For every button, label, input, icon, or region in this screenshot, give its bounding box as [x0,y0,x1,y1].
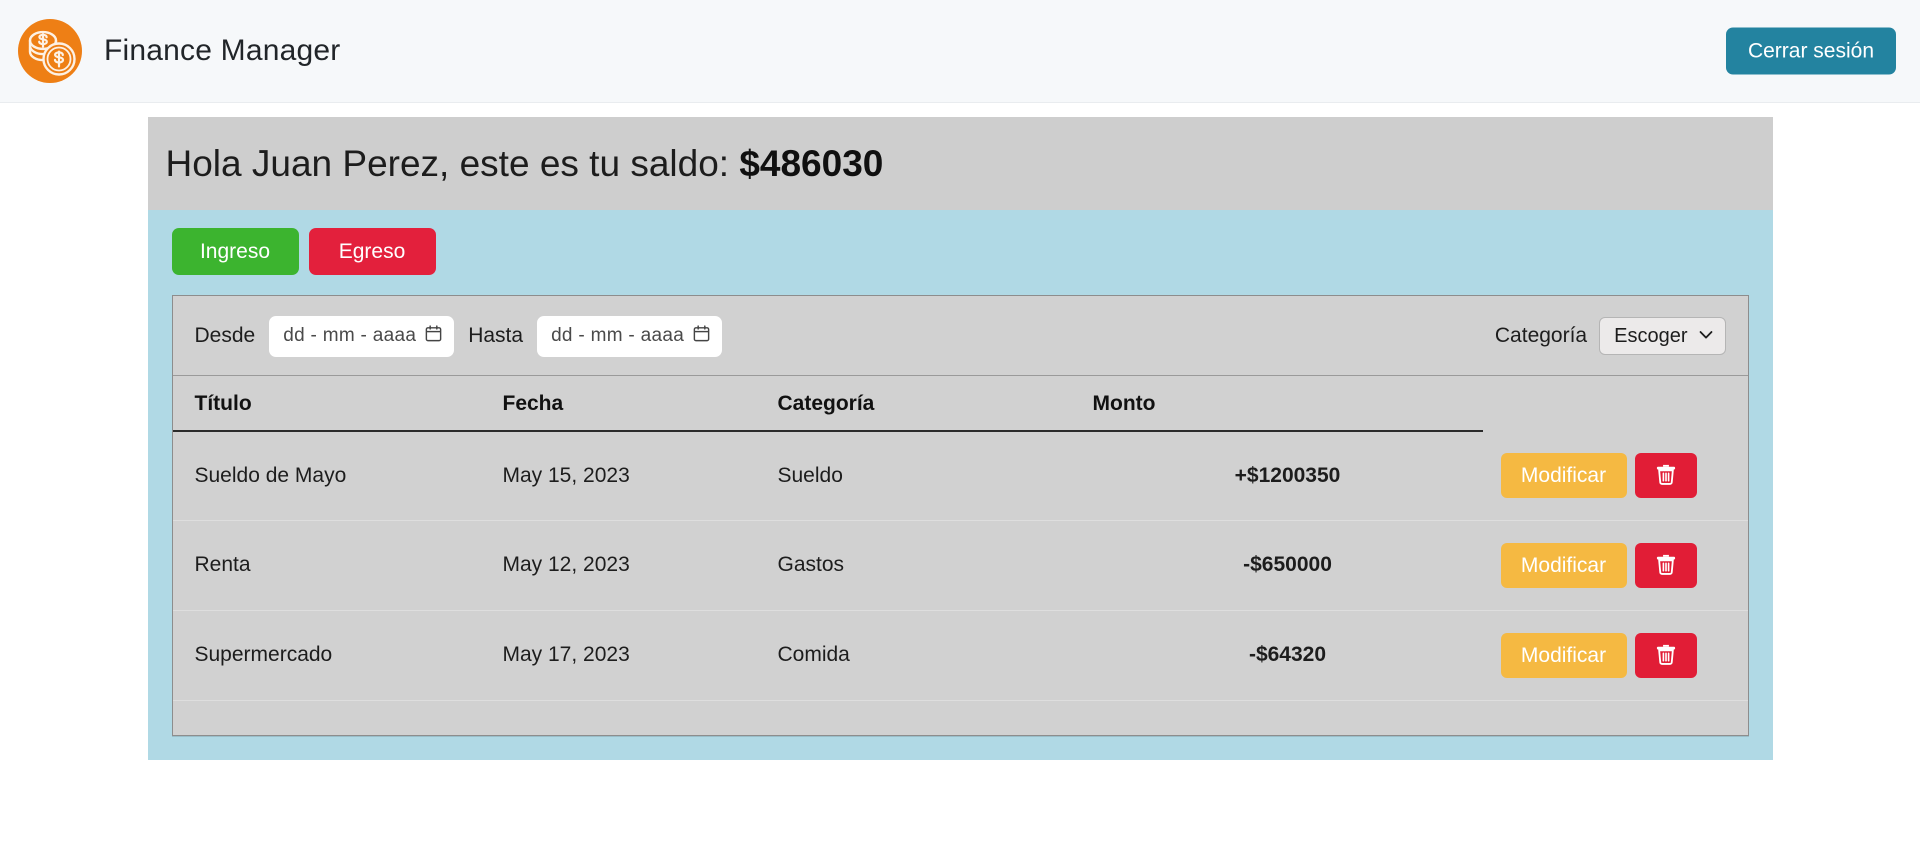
action-buttons-row: Ingreso Egreso [171,227,1749,275]
cell-actions: Modificar [1482,610,1748,701]
date-to-input[interactable]: dd - mm - aaaa [537,315,723,357]
cell-title: Renta [172,520,503,611]
table-body: Sueldo de Mayo May 15, 2023 Sueldo +$120… [172,430,1748,701]
cell-date: May 12, 2023 [502,520,778,611]
cell-amount: +$1200350 [1092,430,1483,521]
trash-icon [1653,641,1679,670]
edit-transaction-button[interactable]: Modificar [1500,542,1627,588]
column-header-title: Título [172,375,503,432]
brand: Finance Manager [14,15,340,87]
cell-category: Gastos [777,520,1093,611]
column-header-actions [1483,376,1748,431]
cell-actions: Modificar [1482,520,1748,611]
cell-actions: Modificar [1482,430,1748,521]
table-row: Supermercado May 17, 2023 Comida -$64320… [172,610,1748,701]
table-row: Sueldo de Mayo May 15, 2023 Sueldo +$120… [172,430,1748,521]
table-header-row: Título Fecha Categoría Monto [172,375,1748,432]
logout-button[interactable]: Cerrar sesión [1725,27,1896,75]
table-head: Título Fecha Categoría Monto [172,375,1748,432]
row-action-buttons: Modificar [1483,632,1748,678]
cell-category: Comida [777,610,1093,701]
trash-icon [1653,461,1679,490]
main-container: Hola Juan Perez, este es tu saldo: $4860… [147,117,1773,760]
cell-amount: -$650000 [1092,520,1483,611]
add-expense-button[interactable]: Egreso [308,227,436,275]
add-income-button[interactable]: Ingreso [171,227,299,275]
cell-date: May 15, 2023 [502,430,778,521]
date-to-value: dd - mm - aaaa [551,325,685,347]
page-body: Hola Juan Perez, este es tu saldo: $4860… [0,103,1920,760]
from-label: Desde [194,324,256,348]
edit-transaction-button[interactable]: Modificar [1500,632,1627,678]
calendar-icon[interactable] [692,324,711,348]
edit-transaction-button[interactable]: Modificar [1500,452,1627,498]
date-filters: Desde dd - mm - aaaa Hasta dd - mm - aaa… [194,315,723,357]
to-label: Hasta [468,324,524,348]
trash-icon [1653,551,1679,580]
date-from-value: dd - mm - aaaa [283,325,417,347]
category-filter: Categoría Escoger [1494,317,1726,356]
transactions-card: Desde dd - mm - aaaa Hasta dd - mm - aaa… [171,294,1749,736]
cell-category: Sueldo [777,430,1093,521]
delete-transaction-button[interactable] [1634,632,1697,678]
transactions-table: Título Fecha Categoría Monto Sueldo de M… [172,375,1748,701]
cell-amount: -$64320 [1092,610,1483,701]
greeting-banner: Hola Juan Perez, este es tu saldo: $4860… [147,117,1773,210]
column-header-category: Categoría [777,375,1093,432]
cell-title: Supermercado [172,610,503,701]
date-from-input[interactable]: dd - mm - aaaa [269,315,455,357]
content-panel: Ingreso Egreso Desde dd - mm - aaaa Hast… [147,209,1773,760]
row-action-buttons: Modificar [1483,452,1748,498]
cell-date: May 17, 2023 [502,610,778,701]
top-navbar: Finance Manager Cerrar sesión [0,0,1920,103]
coins-dollar-logo-icon [14,15,86,87]
calendar-icon[interactable] [424,324,443,348]
category-selected-value: Escoger [1614,324,1688,347]
category-select[interactable]: Escoger [1599,317,1726,356]
table-row: Renta May 12, 2023 Gastos -$650000 Modif… [172,520,1748,611]
row-action-buttons: Modificar [1483,542,1748,588]
category-label: Categoría [1494,324,1588,348]
delete-transaction-button[interactable] [1634,452,1697,498]
chevron-down-icon [1699,327,1713,345]
cell-title: Sueldo de Mayo [172,430,503,521]
balance-amount: $486030 [739,143,884,184]
column-header-date: Fecha [502,375,778,432]
filter-bar: Desde dd - mm - aaaa Hasta dd - mm - aaa… [172,296,1748,376]
card-footer-space [173,701,1748,735]
brand-title: Finance Manager [104,34,341,67]
delete-transaction-button[interactable] [1634,542,1697,588]
column-header-amount: Monto [1092,375,1483,432]
greeting-text: Hola Juan Perez, este es tu saldo: [165,143,740,184]
